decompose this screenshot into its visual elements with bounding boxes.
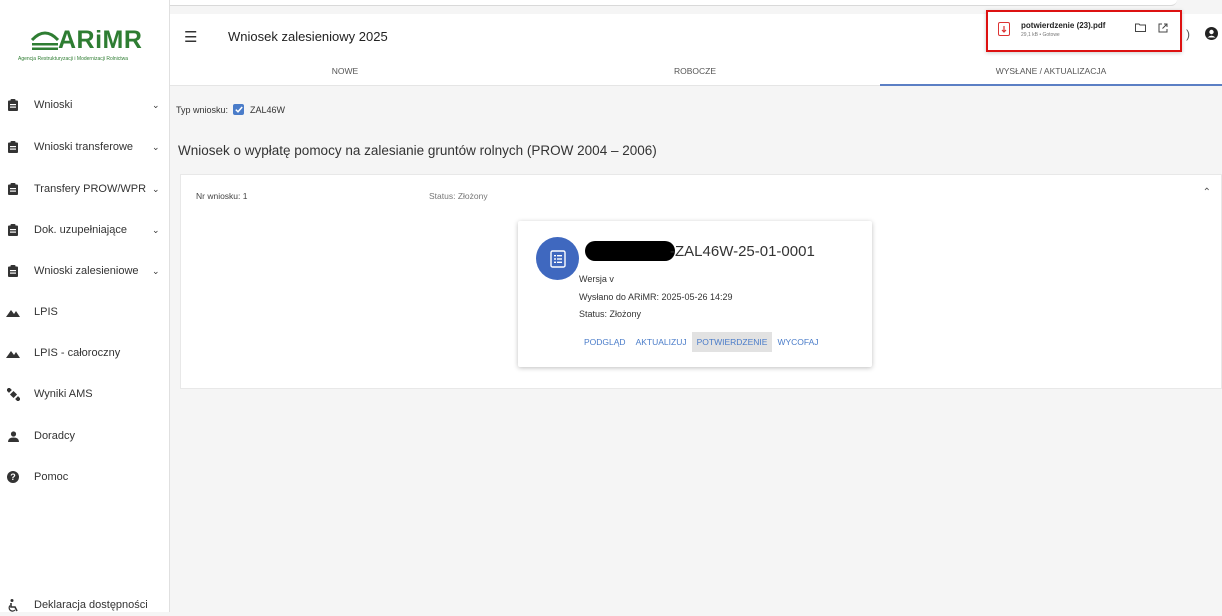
download-popup: potwierdzenie (23).pdf 29,1 kB • Gotowe bbox=[986, 10, 1182, 52]
download-meta: 29,1 kB • Gotowe bbox=[1021, 32, 1060, 38]
sidebar-item-lpis[interactable]: LPIS bbox=[0, 301, 170, 323]
card-version: Wersja v bbox=[579, 274, 614, 284]
sidebar-item-wnioski-transferowe[interactable]: Wnioski transferowe ⌄ bbox=[0, 136, 170, 158]
application-panel: Nr wniosku: 1 Status: Złożony ⌃ -ZAL46W-… bbox=[180, 174, 1222, 389]
podglad-button[interactable]: PODGLĄD bbox=[579, 332, 631, 352]
tab-bar: NOWE ROBOCZE WYSŁANE / AKTUALIZACJA bbox=[170, 60, 1222, 86]
clipboard-icon bbox=[6, 98, 20, 112]
arimr-logo[interactable]: ARiMR Agencja Restrukturyzacji i Moderni… bbox=[18, 22, 158, 66]
sidebar-item-wnioski-zalesieniowe[interactable]: Wnioski zalesieniowe ⌄ bbox=[0, 260, 170, 282]
sidebar-item-label: LPIS - całoroczny bbox=[34, 347, 121, 359]
redaction-bar bbox=[585, 241, 675, 261]
partial-icon: ) bbox=[1186, 27, 1190, 41]
sidebar-item-doradcy[interactable]: Doradcy bbox=[0, 425, 170, 447]
sidebar-item-transfery[interactable]: Transfery PROW/WPR ⌄ bbox=[0, 178, 170, 200]
type-filter-value: ZAL46W bbox=[250, 104, 286, 115]
sidebar-item-label: Doradcy bbox=[34, 430, 75, 442]
account-icon[interactable] bbox=[1205, 27, 1218, 43]
sidebar: ARiMR Agencja Restrukturyzacji i Moderni… bbox=[0, 0, 170, 612]
sidebar-item-lpis-caloroczny[interactable]: LPIS - całoroczny bbox=[0, 342, 170, 364]
tab-wyslane-aktualizacja[interactable]: WYSŁANE / AKTUALIZACJA bbox=[880, 60, 1222, 86]
tab-robocze[interactable]: ROBOCZE bbox=[520, 60, 870, 86]
satellite-icon bbox=[6, 387, 20, 401]
sidebar-item-dok-uzupelniajace[interactable]: Dok. uzupełniające ⌄ bbox=[0, 219, 170, 241]
section-title: Wniosek o wypłatę pomocy na zalesianie g… bbox=[178, 143, 657, 158]
sidebar-item-wnioski[interactable]: Wnioski ⌄ bbox=[0, 94, 170, 116]
chevron-down-icon: ⌄ bbox=[152, 141, 160, 152]
main-content: ☰ Wniosek zalesieniowy 2025 NOWE ROBOCZE… bbox=[170, 0, 1222, 612]
chevron-down-icon: ⌄ bbox=[152, 224, 160, 235]
type-checkbox[interactable] bbox=[233, 104, 245, 115]
svg-text:?: ? bbox=[10, 472, 16, 482]
clipboard-icon bbox=[6, 223, 20, 237]
type-filter: Typ wniosku: ZAL46W bbox=[176, 104, 285, 115]
help-icon: ? bbox=[6, 470, 20, 484]
clipboard-icon bbox=[6, 264, 20, 278]
sidebar-item-label: Pomoc bbox=[34, 471, 69, 483]
sidebar-item-label: Transfery PROW/WPR bbox=[34, 183, 147, 195]
folder-icon[interactable] bbox=[1133, 23, 1147, 37]
download-filename[interactable]: potwierdzenie (23).pdf bbox=[1021, 21, 1105, 30]
application-number: Nr wniosku: 1 bbox=[196, 191, 248, 201]
chevron-down-icon: ⌄ bbox=[152, 99, 160, 110]
sidebar-item-wyniki-ams[interactable]: Wyniki AMS bbox=[0, 383, 170, 405]
potwierdzenie-button[interactable]: POTWIERDZENIE bbox=[691, 332, 773, 352]
mountain-icon bbox=[6, 305, 20, 319]
document-icon bbox=[536, 237, 579, 280]
application-id: -ZAL46W-25-01-0001 bbox=[670, 243, 815, 260]
hamburger-menu-icon[interactable]: ☰ bbox=[184, 28, 197, 46]
logo-subtitle: Agencja Restrukturyzacji i Modernizacji … bbox=[18, 56, 129, 62]
application-card: -ZAL46W-25-01-0001 Wersja v Wysłano do A… bbox=[518, 221, 872, 367]
page-title: Wniosek zalesieniowy 2025 bbox=[228, 29, 388, 44]
sidebar-item-label: Deklaracja dostępności bbox=[34, 599, 148, 611]
open-external-icon[interactable] bbox=[1156, 23, 1170, 37]
person-icon bbox=[6, 429, 20, 443]
sidebar-item-pomoc[interactable]: ? Pomoc bbox=[0, 466, 170, 488]
card-status: Status: Złożony bbox=[579, 309, 642, 319]
aktualizuj-button[interactable]: AKTUALIZUJ bbox=[631, 332, 692, 352]
sidebar-item-label: LPIS bbox=[34, 306, 58, 318]
chevron-down-icon: ⌄ bbox=[152, 265, 160, 276]
wycofaj-button[interactable]: WYCOFAJ bbox=[772, 332, 823, 352]
sidebar-item-deklaracja-dostepnosci[interactable]: Deklaracja dostępności bbox=[0, 594, 170, 616]
chevron-up-icon[interactable]: ⌃ bbox=[1203, 187, 1211, 198]
logo-roof-icon bbox=[30, 31, 60, 50]
clipboard-icon bbox=[6, 182, 20, 196]
sidebar-item-label: Wnioski zalesieniowe bbox=[34, 265, 139, 277]
chevron-down-icon: ⌄ bbox=[152, 183, 160, 194]
logo-text: ARiMR bbox=[58, 26, 143, 54]
clipboard-icon bbox=[6, 140, 20, 154]
sidebar-item-label: Wyniki AMS bbox=[34, 388, 93, 400]
accessibility-icon bbox=[6, 598, 20, 612]
card-actions: PODGLĄD AKTUALIZUJ POTWIERDZENIE WYCOFAJ bbox=[579, 332, 824, 352]
sidebar-item-label: Wnioski bbox=[34, 99, 73, 111]
type-filter-label: Typ wniosku: bbox=[176, 104, 229, 115]
card-sent-date: Wysłano do ARiMR: 2025-05-26 14:29 bbox=[579, 292, 733, 302]
pdf-file-icon bbox=[998, 22, 1010, 36]
sidebar-item-label: Wnioski transferowe bbox=[34, 141, 134, 153]
tab-nowe[interactable]: NOWE bbox=[170, 60, 520, 86]
sidebar-item-label: Dok. uzupełniające bbox=[34, 224, 127, 236]
mountain-icon bbox=[6, 346, 20, 360]
application-status: Status: Złożony bbox=[429, 191, 488, 201]
